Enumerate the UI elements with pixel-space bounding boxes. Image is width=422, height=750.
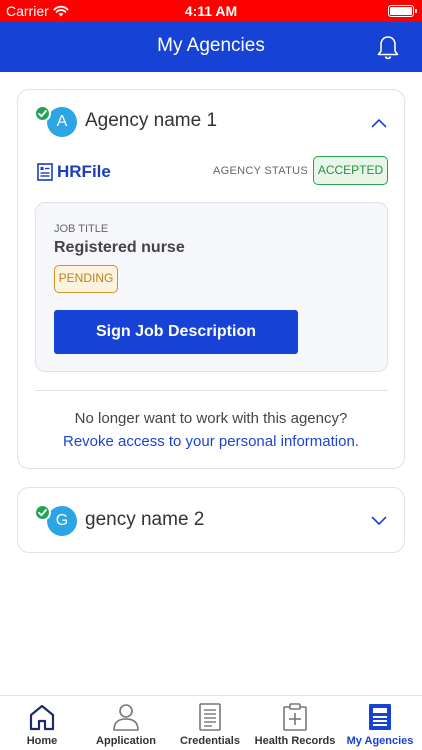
tab-credentials[interactable]: Credentials	[168, 696, 252, 750]
agency-card-header[interactable]: A Agency name 1	[18, 90, 404, 150]
agency-status-label: AGENCY STATUS	[213, 165, 308, 177]
divider	[35, 390, 388, 391]
hrfile-brand: HRFile	[37, 162, 111, 182]
tab-label: Credentials	[180, 735, 240, 747]
chevron-up-icon[interactable]	[371, 118, 387, 128]
sign-job-description-button[interactable]: Sign Job Description	[54, 310, 298, 354]
status-time: 4:11 AM	[184, 3, 238, 19]
tab-my-agencies[interactable]: My Agencies	[338, 696, 422, 750]
verified-check-icon	[34, 105, 51, 122]
hrfile-label: HRFile	[57, 162, 111, 181]
clipboard-plus-icon	[283, 703, 307, 731]
notification-bell-icon[interactable]	[376, 35, 400, 61]
tab-label: My Agencies	[346, 735, 414, 747]
tab-label: Home	[26, 735, 58, 747]
agency-card[interactable]: G gency name 2	[17, 487, 405, 553]
agency-status-badge: ACCEPTED	[313, 156, 388, 185]
tab-application[interactable]: Application	[84, 696, 168, 750]
home-icon	[29, 704, 55, 731]
hrfile-logo-icon	[37, 163, 53, 181]
revoke-question: No longer want to work with this agency?	[74, 410, 348, 427]
job-title-label: JOB TITLE	[54, 223, 109, 235]
job-panel: JOB TITLE Registered nurse PENDING Sign …	[35, 202, 388, 372]
job-status-badge: PENDING	[54, 265, 118, 293]
tab-bar: Home Application Credentials Health Reco…	[0, 695, 422, 750]
revoke-access-link[interactable]: Revoke access to your personal informati…	[18, 433, 404, 450]
agency-name: gency name 2	[85, 509, 205, 530]
agency-card: A Agency name 1 HRFile AGENCY STATUS ACC…	[17, 89, 405, 469]
agency-avatar: G	[47, 506, 77, 536]
tab-health-records[interactable]: Health Records	[252, 696, 338, 750]
person-icon	[113, 704, 139, 731]
chevron-down-icon[interactable]	[371, 516, 387, 526]
tab-home[interactable]: Home	[0, 696, 84, 750]
agency-avatar: A	[47, 107, 77, 137]
newspaper-icon	[369, 704, 391, 730]
status-bar: Carrier 4:11 AM	[0, 0, 422, 22]
battery-icon	[388, 5, 417, 17]
tab-label: Application	[96, 735, 156, 747]
nav-bar: My Agencies	[0, 22, 422, 72]
agency-name: Agency name 1	[85, 110, 218, 131]
page-title: My Agencies	[157, 35, 265, 56]
tab-label: Health Records	[254, 735, 336, 747]
job-title: Registered nurse	[54, 239, 185, 256]
document-icon	[199, 703, 221, 731]
verified-check-icon	[34, 504, 51, 521]
